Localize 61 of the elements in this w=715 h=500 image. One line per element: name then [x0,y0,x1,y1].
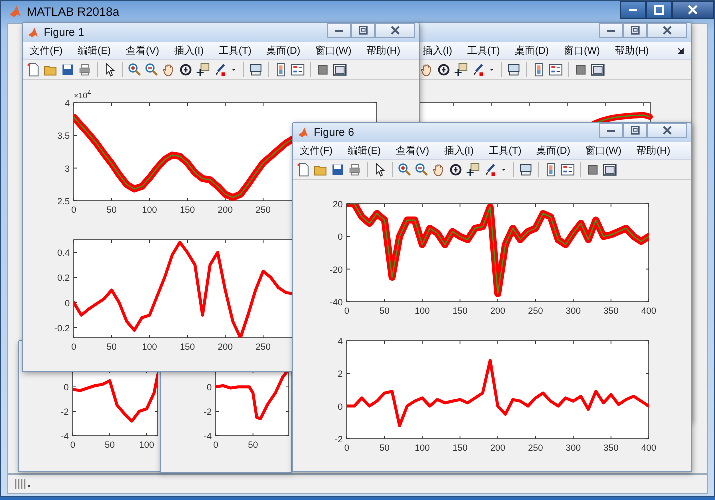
tick-label: 0 [64,298,70,308]
window-title: Figure 6 [314,126,354,138]
tick-label: -20 [330,264,343,275]
tick-label: 50 [106,205,117,215]
tick-label: -4 [60,432,69,442]
tick-label: 50 [104,440,115,450]
tick-label: -4 [204,432,212,442]
tick-label: 300 [566,306,582,316]
tick-label: 4 [64,98,70,108]
tick-label: 300 [566,443,582,453]
tick-label: 20 [332,200,343,210]
tick-label: 400 [641,306,657,316]
tick-label: 200 [490,306,506,316]
tick-label: 0 [338,402,343,412]
tick-label: 0 [72,342,76,352]
tick-label: 2.5 [57,196,70,206]
tick-label: -0.2 [54,323,70,334]
tick-label: 0 [72,205,76,215]
tick-label: 0 [338,232,343,242]
exponent-label: ×10$^{4}$ [74,90,92,101]
tick-label: 50 [380,306,390,316]
tick-label: 200 [490,443,506,453]
tick-label: 150 [180,205,196,215]
tick-label: 0.4 [57,248,70,258]
tick-label: 150 [180,342,196,352]
tick-label: 250 [256,342,271,352]
tick-label: 0 [344,306,350,316]
tick-label: 200 [218,205,234,215]
window-title: MATLAB R2018a [27,5,120,19]
tick-label: 4 [338,336,343,346]
tick-label: 250 [528,306,544,316]
tick-label: 100 [139,440,154,450]
tick-label: 50 [380,443,390,453]
tick-label: 0.2 [57,273,70,284]
tick-label: 3.5 [57,131,70,142]
window-title: Figure 1 [44,26,84,38]
tick-label: 0 [206,382,212,393]
tick-label: 250 [256,205,271,215]
tick-label: 0 [70,440,76,450]
tick-label: 100 [142,205,158,215]
tick-label: 2 [338,369,343,380]
tick-label: -40 [330,298,343,308]
tick-label: 50 [248,440,258,450]
tick-label: -2 [334,434,343,444]
tick-label: 100 [142,342,158,352]
tick-label: 400 [641,443,657,453]
tick-label: 350 [604,306,619,316]
tick-label: 200 [218,342,234,352]
tick-label: 150 [452,443,468,453]
tick-label: 3 [64,164,70,174]
tick-label: 50 [106,342,117,352]
tick-label: -2 [204,407,212,418]
tick-label: 100 [414,306,430,316]
tick-label: 100 [414,443,430,453]
tick-label: 150 [452,306,468,316]
tick-label: 0 [64,382,69,393]
tick-label: 0 [344,443,350,453]
tick-label: 0 [214,440,218,450]
tick-label: -2 [60,407,69,418]
tick-label: 250 [528,443,544,453]
tick-label: 350 [604,443,619,453]
